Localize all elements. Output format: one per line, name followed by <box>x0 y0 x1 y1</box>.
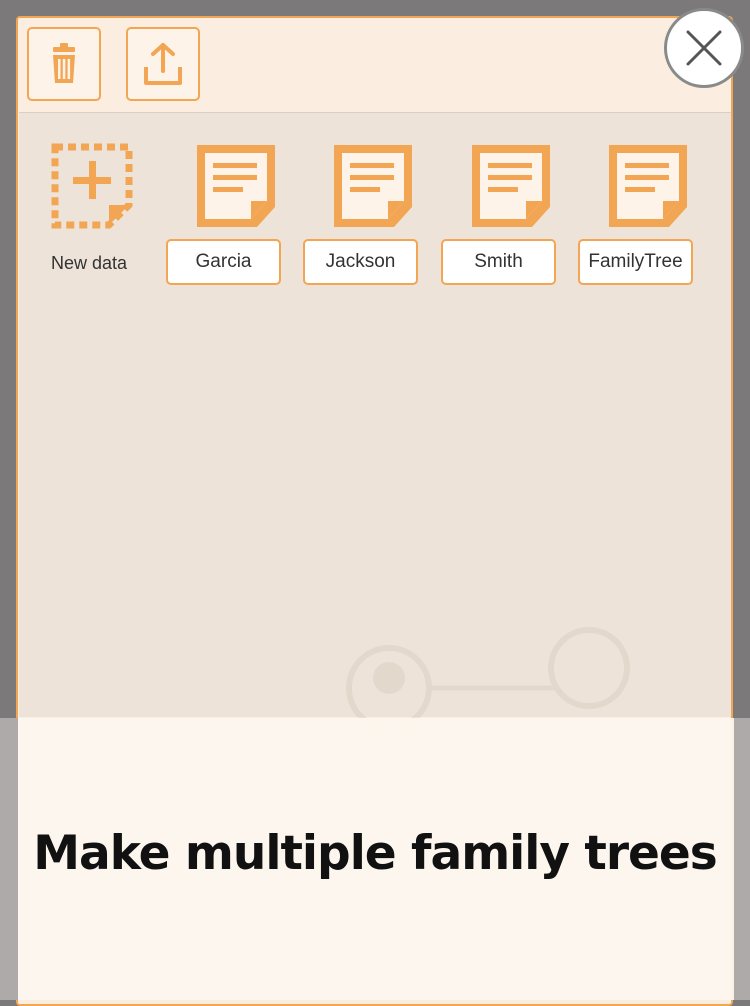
close-button[interactable] <box>664 8 744 88</box>
delete-button[interactable] <box>27 27 101 101</box>
document-icon <box>472 145 550 227</box>
file-tile-familytree[interactable]: FamilyTree <box>576 143 716 293</box>
share-export-icon <box>144 43 182 85</box>
file-tile-garcia[interactable]: Garcia <box>164 143 304 293</box>
file-name-smith[interactable]: Smith <box>441 239 556 285</box>
toolbar <box>18 18 731 110</box>
new-data-label: New data <box>50 253 128 273</box>
background-family-tree-graphic <box>346 627 630 728</box>
file-name-garcia[interactable]: Garcia <box>166 239 281 285</box>
file-list: New data Garcia Jackson Smith FamilyTree <box>19 112 731 728</box>
file-name-jackson[interactable]: Jackson <box>303 239 418 285</box>
document-icon <box>334 145 412 227</box>
file-name-familytree[interactable]: FamilyTree <box>578 239 693 285</box>
export-button[interactable] <box>126 27 200 101</box>
promo-caption: Make multiple family trees <box>33 826 718 881</box>
document-icon <box>197 145 275 227</box>
new-data-tile[interactable]: New data <box>34 143 174 293</box>
trash-icon <box>53 43 75 83</box>
close-x-icon <box>686 30 722 66</box>
file-tile-smith[interactable]: Smith <box>439 143 579 293</box>
document-icon <box>609 145 687 227</box>
dashed-plus-document-icon <box>51 143 133 229</box>
file-tile-jackson[interactable]: Jackson <box>301 143 441 293</box>
